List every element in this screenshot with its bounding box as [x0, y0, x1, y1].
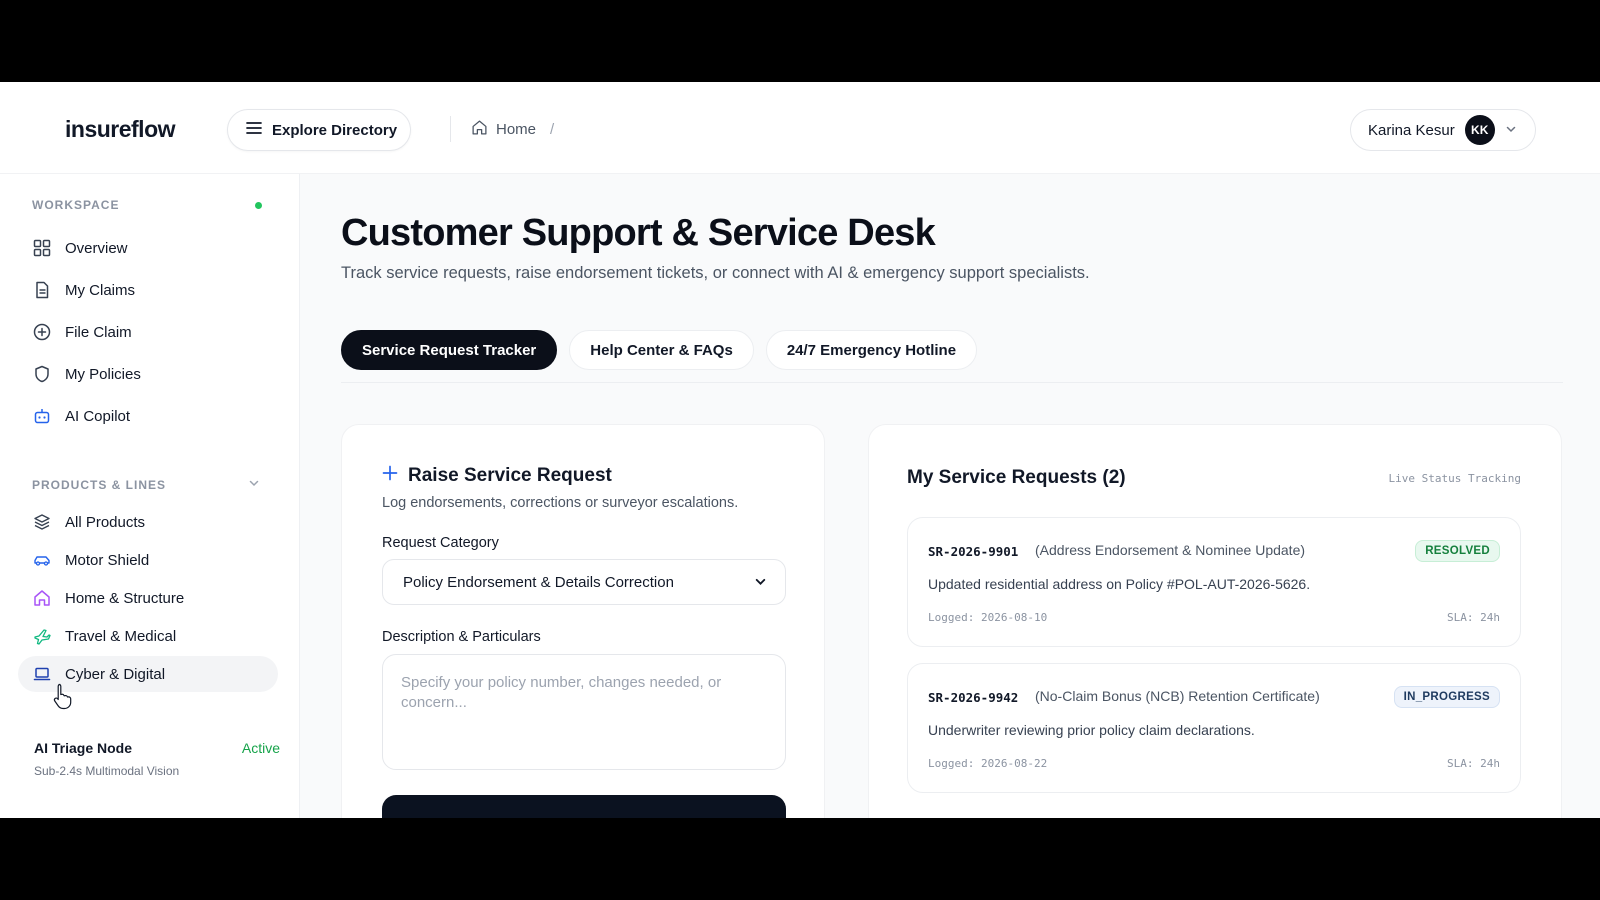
description-label: Description & Particulars: [382, 629, 541, 645]
raise-request-card: Raise Service Request Log endorsements, …: [341, 424, 825, 818]
hand-pointer-icon: [53, 683, 72, 710]
avatar: KK: [1464, 115, 1495, 145]
triage-subtitle: Sub-2.4s Multimodal Vision: [34, 764, 180, 778]
sidebar-item-label: Home & Structure: [65, 589, 185, 607]
header-divider: [450, 116, 451, 142]
chevron-down-icon: [754, 575, 767, 592]
breadcrumb: Home /: [471, 119, 554, 140]
status-badge: IN_PROGRESS: [1393, 686, 1500, 708]
live-status-label: Live Status Tracking: [1388, 472, 1521, 485]
robot-icon: [32, 406, 52, 426]
explore-directory-label: Explore Directory: [272, 121, 398, 139]
shield-icon: [32, 364, 52, 384]
laptop-icon: [32, 664, 52, 684]
home-icon: [32, 588, 52, 608]
status-badge: RESOLVED: [1415, 540, 1500, 562]
request-description: Updated residential address on Policy #P…: [928, 576, 1311, 592]
sidebar-item-label: AI Copilot: [65, 407, 131, 425]
sidebar-item-overview[interactable]: Overview: [18, 230, 278, 266]
sidebar-item-all-products[interactable]: All Products: [18, 504, 278, 540]
request-sla: SLA: 24h: [1447, 757, 1500, 770]
plus-icon: [382, 465, 398, 487]
home-icon: [471, 119, 488, 140]
request-logged-date: Logged: 2026-08-10: [928, 611, 1048, 624]
request-logged-date: Logged: 2026-08-22: [928, 757, 1048, 770]
sidebar-item-label: Overview: [65, 239, 128, 257]
car-icon: [32, 550, 52, 570]
raise-request-header: Raise Service Request: [382, 465, 612, 487]
brand-logo[interactable]: insureflow: [65, 116, 176, 143]
sidebar-item-my-policies[interactable]: My Policies: [18, 356, 278, 392]
sidebar-item-label: All Products: [65, 513, 146, 531]
sidebar-item-ai-copilot[interactable]: AI Copilot: [18, 398, 278, 434]
page-subtitle: Track service requests, raise endorsemen…: [341, 264, 1090, 282]
request-type: (Address Endorsement & Nominee Update): [1035, 542, 1306, 558]
service-request-item[interactable]: SR-2026-9942 (No-Claim Bonus (NCB) Reten…: [907, 663, 1521, 793]
user-menu[interactable]: Karina Kesur KK: [1350, 109, 1536, 151]
service-request-item[interactable]: SR-2026-9901 (Address Endorsement & Nomi…: [907, 517, 1521, 647]
chevron-down-icon[interactable]: [248, 476, 260, 494]
sidebar-item-label: My Claims: [65, 281, 135, 299]
sidebar-item-travel-medical[interactable]: Travel & Medical: [18, 618, 278, 654]
category-select[interactable]: Policy Endorsement & Details Correction: [382, 559, 786, 605]
category-label: Request Category: [382, 535, 499, 551]
tab-bar: Service Request Tracker Help Center & FA…: [341, 330, 978, 370]
menu-icon: [246, 121, 262, 139]
letterbox-bottom: [0, 818, 1600, 900]
submit-request-button[interactable]: [382, 795, 786, 818]
sidebar-item-motor-shield[interactable]: Motor Shield: [18, 542, 278, 578]
ai-triage-panel: AI Triage Node Active Sub-2.4s Multimoda…: [18, 732, 280, 792]
request-description: Underwriter reviewing prior policy claim…: [928, 722, 1255, 738]
request-id: SR-2026-9942: [928, 690, 1019, 705]
sidebar-item-label: File Claim: [65, 323, 132, 341]
plane-icon: [32, 626, 52, 646]
plus-circle-icon: [32, 322, 52, 342]
tab-service-request-tracker[interactable]: Service Request Tracker: [341, 330, 558, 370]
workspace-section-label: WORKSPACE: [32, 198, 120, 212]
explore-directory-button[interactable]: Explore Directory: [227, 109, 411, 151]
request-type: (No-Claim Bonus (NCB) Retention Certific…: [1035, 688, 1320, 704]
tab-emergency-hotline[interactable]: 24/7 Emergency Hotline: [765, 330, 978, 370]
grid-icon: [32, 238, 52, 258]
sidebar-item-home-structure[interactable]: Home & Structure: [18, 580, 278, 616]
raise-request-subtitle: Log endorsements, corrections or surveyo…: [382, 495, 739, 511]
raise-request-title: Raise Service Request: [408, 465, 612, 486]
description-textarea[interactable]: Specify your policy number, changes need…: [382, 654, 786, 770]
sidebar-item-file-claim[interactable]: File Claim: [18, 314, 278, 350]
letterbox-top: [0, 0, 1600, 82]
triage-title: AI Triage Node: [34, 740, 133, 756]
request-sla: SLA: 24h: [1447, 611, 1500, 624]
sidebar-item-label: Motor Shield: [65, 551, 150, 569]
layers-icon: [32, 512, 52, 532]
app-window: insureflow Explore Directory Home / Kari…: [0, 82, 1600, 818]
products-section-label: PRODUCTS & LINES: [32, 478, 167, 492]
top-bar: insureflow Explore Directory Home / Kari…: [0, 82, 1600, 174]
breadcrumb-home-link[interactable]: Home: [496, 121, 536, 138]
category-value: Policy Endorsement & Details Correction: [403, 573, 674, 591]
sidebar-item-label: Cyber & Digital: [65, 665, 166, 683]
chevron-down-icon: [1505, 122, 1517, 139]
request-id: SR-2026-9901: [928, 544, 1019, 559]
sidebar: WORKSPACE Overview My Claims File Claim …: [0, 174, 300, 818]
page-title: Customer Support & Service Desk: [341, 212, 936, 254]
document-icon: [32, 280, 52, 300]
user-name: Karina Kesur: [1368, 121, 1455, 139]
sidebar-item-label: Travel & Medical: [65, 627, 177, 645]
sidebar-item-label: My Policies: [65, 365, 141, 383]
service-requests-title: My Service Requests (2): [907, 467, 1126, 488]
service-requests-card: My Service Requests (2) Live Status Trac…: [868, 424, 1562, 818]
sidebar-item-my-claims[interactable]: My Claims: [18, 272, 278, 308]
tabs-divider: [341, 382, 1563, 383]
workspace-status-dot: [255, 202, 262, 209]
tab-help-center[interactable]: Help Center & FAQs: [569, 330, 754, 370]
triage-status: Active: [241, 740, 280, 756]
breadcrumb-separator: /: [550, 121, 555, 138]
